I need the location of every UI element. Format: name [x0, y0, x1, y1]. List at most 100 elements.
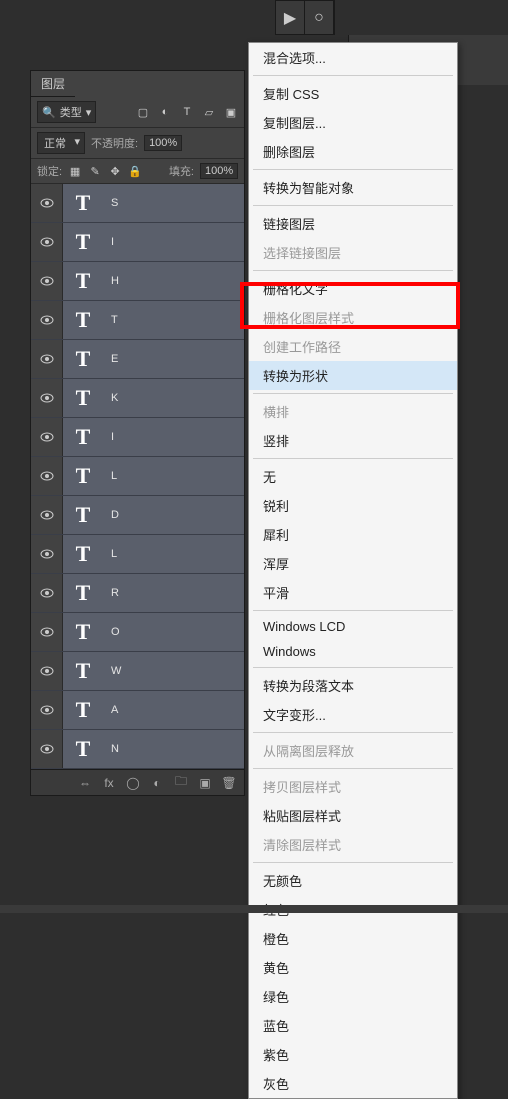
menu-color-orange[interactable]: 橙色: [249, 924, 457, 953]
visibility-toggle[interactable]: [31, 262, 63, 300]
layer-row[interactable]: TE: [31, 340, 244, 379]
layer-name[interactable]: T: [103, 314, 118, 326]
layer-name[interactable]: O: [103, 626, 120, 638]
menu-rasterize-type[interactable]: 栅格化文字: [249, 274, 457, 303]
menu-color-purple[interactable]: 紫色: [249, 1040, 457, 1069]
menu-convert-smart[interactable]: 转换为智能对象: [249, 173, 457, 202]
layer-name[interactable]: E: [103, 353, 118, 365]
filter-type-icon[interactable]: T: [180, 105, 194, 119]
layer-name[interactable]: A: [103, 704, 118, 716]
layer-name[interactable]: H: [103, 275, 119, 287]
layer-row[interactable]: TH: [31, 262, 244, 301]
layer-row[interactable]: TA: [31, 691, 244, 730]
visibility-toggle[interactable]: [31, 223, 63, 261]
trash-icon[interactable]: 🗑: [222, 776, 236, 790]
menu-convert-paragraph[interactable]: 转换为段落文本: [249, 671, 457, 700]
visibility-toggle[interactable]: [31, 691, 63, 729]
menu-blend-options[interactable]: 混合选项...: [249, 43, 457, 72]
menu-duplicate[interactable]: 复制图层...: [249, 108, 457, 137]
visibility-toggle[interactable]: [31, 574, 63, 612]
menu-color-blue[interactable]: 蓝色: [249, 1011, 457, 1040]
layer-row[interactable]: TD: [31, 496, 244, 535]
menu-copy-css[interactable]: 复制 CSS: [249, 79, 457, 108]
layer-row[interactable]: TL: [31, 457, 244, 496]
layer-name[interactable]: I: [103, 431, 114, 443]
menu-vertical[interactable]: 竖排: [249, 426, 457, 455]
blend-mode-select[interactable]: 正常 ▾: [37, 132, 85, 154]
lock-row: 锁定: ▦ ✎ ✥ 🔒 填充: 100%: [31, 159, 244, 184]
menu-delete[interactable]: 删除图层: [249, 137, 457, 166]
layer-row[interactable]: TI: [31, 223, 244, 262]
menu-color-green[interactable]: 绿色: [249, 982, 457, 1011]
bottom-scrollbar[interactable]: [0, 905, 508, 913]
layer-row[interactable]: TS: [31, 184, 244, 223]
menu-windows-lcd[interactable]: Windows LCD: [249, 614, 457, 639]
layer-name[interactable]: L: [103, 548, 117, 560]
menu-color-none[interactable]: 无颜色: [249, 866, 457, 895]
menu-paste-style[interactable]: 粘贴图层样式: [249, 801, 457, 830]
filter-smart-icon[interactable]: ▣: [224, 105, 238, 119]
opacity-input[interactable]: 100%: [144, 135, 182, 151]
lock-position-icon[interactable]: ✥: [108, 164, 122, 178]
menu-aa-smooth[interactable]: 平滑: [249, 578, 457, 607]
type-layer-icon: T: [76, 697, 91, 723]
fx-icon[interactable]: fx: [102, 776, 116, 790]
layer-name[interactable]: R: [103, 587, 119, 599]
folder-icon[interactable]: 🗀: [174, 776, 188, 790]
layer-name[interactable]: I: [103, 236, 114, 248]
layer-row[interactable]: TN: [31, 730, 244, 769]
filter-shape-icon[interactable]: ▱: [202, 105, 216, 119]
layer-row[interactable]: TW: [31, 652, 244, 691]
filter-pixel-icon[interactable]: ▢: [136, 105, 150, 119]
visibility-toggle[interactable]: [31, 301, 63, 339]
menu-aa-strong[interactable]: 浑厚: [249, 549, 457, 578]
filter-adjust-icon[interactable]: ◐: [158, 105, 172, 119]
lock-transparency-icon[interactable]: ▦: [68, 164, 82, 178]
layer-name[interactable]: L: [103, 470, 117, 482]
visibility-toggle[interactable]: [31, 457, 63, 495]
visibility-toggle[interactable]: [31, 535, 63, 573]
visibility-toggle[interactable]: [31, 184, 63, 222]
layer-row[interactable]: TR: [31, 574, 244, 613]
layer-row[interactable]: TO: [31, 613, 244, 652]
lasso-tool[interactable]: ○: [305, 1, 334, 34]
fill-input[interactable]: 100%: [200, 163, 238, 179]
layer-name[interactable]: W: [103, 665, 121, 677]
lock-paint-icon[interactable]: ✎: [88, 164, 102, 178]
menu-aa-sharp[interactable]: 锐利: [249, 491, 457, 520]
layer-name[interactable]: S: [103, 197, 118, 209]
visibility-toggle[interactable]: [31, 379, 63, 417]
adjustment-icon[interactable]: ◐: [150, 776, 164, 790]
link-icon[interactable]: ⇔: [78, 776, 92, 790]
new-layer-icon[interactable]: ▣: [198, 776, 212, 790]
visibility-toggle[interactable]: [31, 496, 63, 534]
menu-color-gray[interactable]: 灰色: [249, 1069, 457, 1098]
visibility-toggle[interactable]: [31, 730, 63, 768]
menu-separator: [253, 169, 453, 170]
layer-name[interactable]: N: [103, 743, 119, 755]
menu-separator: [253, 270, 453, 271]
filter-type-dropdown[interactable]: 🔍 类型 ▾: [37, 101, 96, 123]
menu-aa-crisp[interactable]: 犀利: [249, 520, 457, 549]
visibility-toggle[interactable]: [31, 652, 63, 690]
play-tool[interactable]: ▶: [276, 1, 305, 34]
menu-aa-none[interactable]: 无: [249, 462, 457, 491]
layer-name[interactable]: D: [103, 509, 119, 521]
mask-icon[interactable]: ◯: [126, 776, 140, 790]
layer-row[interactable]: TI: [31, 418, 244, 457]
lock-all-icon[interactable]: 🔒: [128, 164, 142, 178]
menu-warp-text[interactable]: 文字变形...: [249, 700, 457, 729]
menu-link[interactable]: 链接图层: [249, 209, 457, 238]
menu-color-yellow[interactable]: 黄色: [249, 953, 457, 982]
layer-row[interactable]: TK: [31, 379, 244, 418]
menu-windows[interactable]: Windows: [249, 639, 457, 664]
visibility-toggle[interactable]: [31, 613, 63, 651]
layer-name[interactable]: K: [103, 392, 118, 404]
layers-tab[interactable]: 图层: [31, 71, 75, 97]
type-layer-icon: T: [76, 580, 91, 606]
layer-row[interactable]: TL: [31, 535, 244, 574]
visibility-toggle[interactable]: [31, 418, 63, 456]
layer-row[interactable]: TT: [31, 301, 244, 340]
menu-convert-shape[interactable]: 转换为形状: [249, 361, 457, 390]
visibility-toggle[interactable]: [31, 340, 63, 378]
